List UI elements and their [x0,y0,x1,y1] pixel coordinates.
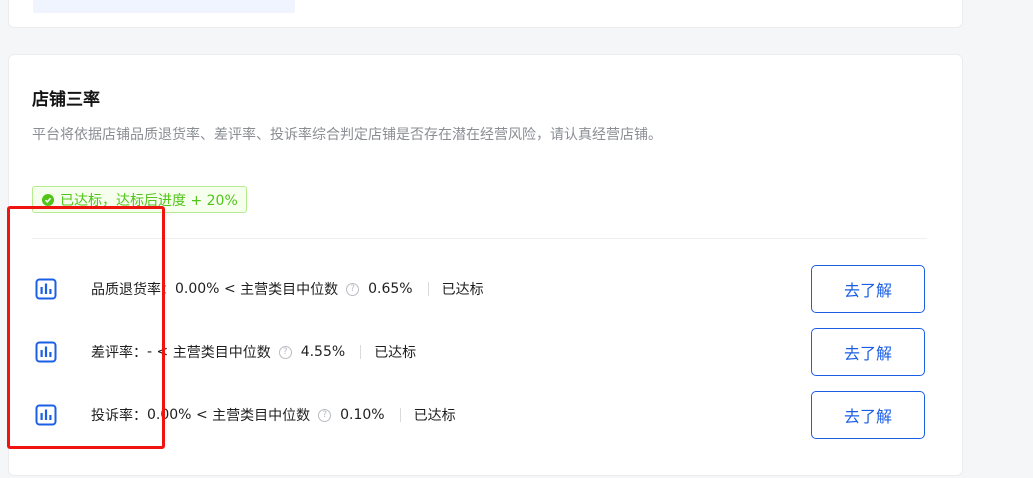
metric-row-negative-review: 差评率： - < 主营类目中位数 ? 4.55% 已达标 去了解 [32,328,927,376]
separator [427,282,429,296]
card-title: 店铺三率 [32,90,100,110]
highlight-annotation-box [7,206,165,449]
benchmark-label: 主营类目中位数 [212,408,311,424]
card-description: 平台将依据店铺品质退货率、差评率、投诉率综合判定店铺是否存在潜在经营风险，请认真… [32,127,662,143]
metric-status: 已达标 [441,282,484,298]
learn-more-button[interactable]: 去了解 [811,328,925,376]
check-circle-icon [42,193,54,206]
metric-row-complaint: 投诉率： 0.00% < 主营类目中位数 ? 0.10% 已达标 去了解 [32,391,927,439]
question-circle-icon[interactable]: ? [278,345,292,359]
learn-more-button[interactable]: 去了解 [811,391,925,439]
benchmark-label: 主营类目中位数 [172,345,271,361]
benchmark-value: 0.65% [368,281,413,297]
question-circle-icon[interactable]: ? [318,408,332,422]
metric-status: 已达标 [374,345,417,361]
divider [32,238,927,239]
previous-card [8,0,963,28]
metric-comparator: < [223,281,236,297]
benchmark-label: 主营类目中位数 [240,282,339,298]
learn-more-button[interactable]: 去了解 [811,265,925,313]
metric-row-quality-return: 品质退货率： 0.00% < 主营类目中位数 ? 0.65% 已达标 去了解 [32,265,927,313]
question-circle-icon[interactable]: ? [346,282,360,296]
benchmark-value: 0.10% [340,407,385,423]
metric-status: 已达标 [413,408,456,424]
separator [360,345,362,359]
metric-value: 0.00% [175,281,220,297]
right-side-panel [985,0,1033,478]
metric-comparator: < [195,407,208,423]
benchmark-value: 4.55% [300,344,346,360]
separator [399,408,401,422]
previous-card-element [33,0,295,13]
